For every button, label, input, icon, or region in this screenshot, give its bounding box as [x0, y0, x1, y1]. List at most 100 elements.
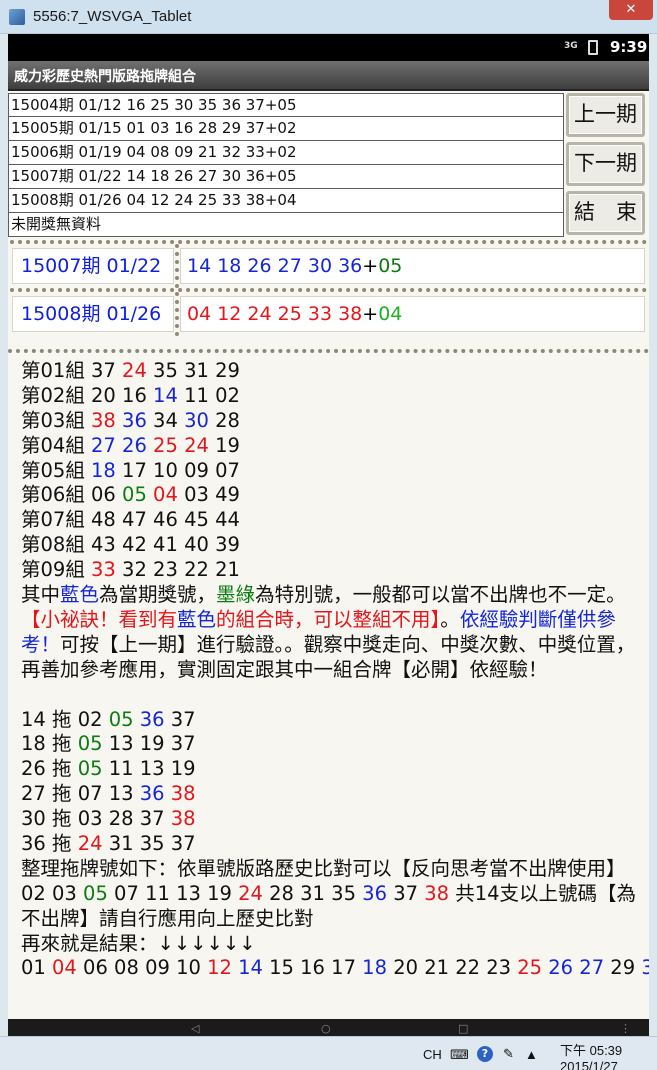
lottery-number: 31	[102, 831, 134, 855]
lottery-number: 28	[262, 881, 294, 905]
drag-list: 14 拖 02 05 36 37 18 拖 05 13 19 37 26 拖 05 …	[21, 708, 641, 857]
history-row[interactable]: 未開獎無資料	[8, 213, 564, 237]
lottery-number: 41	[146, 533, 178, 557]
lottery-number: 19	[164, 757, 196, 781]
compare-period: 15007期 01/22	[12, 248, 174, 284]
blue-word: 藍色	[60, 583, 100, 607]
lottery-number: 13	[102, 732, 134, 756]
end-button[interactable]: 結 束	[566, 191, 645, 235]
lottery-number: 05	[76, 881, 108, 905]
group-line: 第06組 06 05 04 03 49	[21, 483, 641, 508]
group-label: 第06組	[21, 483, 85, 507]
drag-label: 27 拖	[21, 782, 72, 806]
draw-numbers: 04 12 24 25 33 38	[187, 303, 363, 325]
lottery-number: 18	[84, 458, 116, 482]
compare-period: 15008期 01/26	[12, 296, 174, 332]
lottery-number: 24	[231, 881, 263, 905]
history-list: 15004期 01/12 16 25 30 35 36 37+05 15005期…	[8, 93, 564, 237]
help-icon[interactable]: ?	[477, 1046, 493, 1062]
lottery-number: 06	[84, 483, 116, 507]
next-period-button[interactable]: 下一期	[566, 142, 645, 186]
group-label: 第07組	[21, 508, 85, 532]
lottery-number: 38	[84, 408, 116, 432]
lottery-number: 28	[102, 807, 134, 831]
group-line: 第09組 33 32 23 22 21	[21, 558, 641, 583]
lottery-number: 23	[480, 956, 512, 980]
divider	[175, 244, 179, 288]
lottery-number: 38	[164, 807, 196, 831]
lottery-number: 13	[102, 782, 134, 806]
lottery-number: 49	[208, 483, 240, 507]
special-number: 05	[378, 255, 403, 277]
back-icon[interactable]: ◁	[191, 1022, 199, 1035]
history-row[interactable]: 15008期 01/26 04 12 24 25 33 38+04	[8, 189, 564, 213]
recents-icon[interactable]: □	[458, 1022, 468, 1035]
ime-indicator[interactable]: CH	[423, 1047, 442, 1062]
tip-text: 【小祕訣！看到有	[21, 607, 178, 631]
lottery-number: 11	[177, 383, 209, 407]
group-label: 第08組	[21, 533, 85, 557]
home-icon[interactable]: ○	[321, 1022, 331, 1035]
group-line: 第05組 18 17 10 09 07	[21, 459, 641, 484]
lottery-number: 18	[355, 956, 387, 980]
drag-line: 27 拖 07 13 36 38	[21, 782, 641, 807]
lottery-number: 44	[208, 508, 240, 532]
drag-line: 14 拖 02 05 36 37	[21, 708, 641, 733]
lottery-number: 09	[177, 458, 209, 482]
group-label: 第05組	[21, 458, 85, 482]
summary-paragraph: 整理拖牌號如下：依單號版路歷史比對可以【反向思考當不出牌使用】02 03 05 …	[21, 856, 637, 930]
lottery-number: 27	[84, 433, 116, 457]
history-row[interactable]: 15004期 01/12 16 25 30 35 36 37+05	[8, 93, 564, 117]
lottery-number: 22	[449, 956, 481, 980]
group-label: 第02組	[21, 383, 85, 407]
lottery-number: 05	[71, 757, 103, 781]
lottery-number: 21	[418, 956, 450, 980]
lottery-number: 14	[231, 956, 263, 980]
special-number: 04	[378, 303, 403, 325]
status-time: 9:39	[610, 38, 648, 56]
taskbar-clock[interactable]: 下午 05:39	[560, 1040, 622, 1059]
pen-icon[interactable]: ✎	[503, 1046, 514, 1062]
prev-period-button[interactable]: 上一期	[566, 93, 645, 137]
lottery-number: 22	[177, 558, 209, 582]
lottery-number: 29	[604, 956, 636, 980]
group-line: 第07組 48 47 46 45 44	[21, 508, 641, 533]
compare-row: 15007期 01/22 14 18 26 27 30 36+05	[10, 240, 647, 288]
lottery-number: 26	[542, 956, 574, 980]
lottery-number: 36	[133, 707, 165, 731]
menu-icon[interactable]: ⋮	[620, 1022, 631, 1035]
history-row[interactable]: 15006期 01/19 04 08 09 21 32 33+02	[8, 141, 564, 165]
lottery-number: 21	[208, 558, 240, 582]
taskbar-date[interactable]: 2015/1/27	[560, 1059, 618, 1070]
lottery-number: 37	[164, 707, 196, 731]
lottery-number: 48	[84, 508, 116, 532]
lottery-number: 27	[573, 956, 605, 980]
lottery-number: 37	[133, 807, 165, 831]
lottery-number: 08	[107, 956, 139, 980]
lottery-number: 13	[169, 881, 201, 905]
lottery-number: 37	[164, 831, 196, 855]
lottery-number: 12	[200, 956, 232, 980]
lottery-number: 09	[138, 956, 170, 980]
lottery-number: 03	[71, 807, 103, 831]
windows-taskbar: CH ⌨ ? ✎ ▲ 下午 05:39 2015/1/27	[0, 1036, 657, 1070]
lottery-number: 19	[208, 433, 240, 457]
explanation-paragraph: 其中藍色為當期獎號，墨綠為特別號，一般都可以當不出牌也不一定。【小祕訣！看到有藍…	[21, 583, 636, 681]
lottery-number: 05	[102, 707, 134, 731]
keyboard-icon[interactable]: ⌨	[450, 1047, 469, 1063]
analysis-text-area[interactable]: 第01組 37 24 35 31 29 第02組 20 16 14 11 02 第0…	[8, 349, 649, 1036]
lottery-number: 34	[146, 408, 178, 432]
lottery-number: 38	[418, 881, 456, 905]
lottery-number: 25	[511, 956, 543, 980]
emulator-icon	[9, 9, 25, 25]
history-row[interactable]: 15005期 01/15 01 03 16 28 29 37+02	[8, 117, 564, 141]
close-window-button[interactable]: ✕	[609, 0, 653, 20]
draw-numbers: 14 18 26 27 30 36	[187, 255, 363, 277]
tray-arrow-icon[interactable]: ▲	[525, 1047, 538, 1062]
android-nav-bar: ◁ ○ □ ⋮	[8, 1019, 649, 1036]
lottery-number: 32	[115, 558, 147, 582]
lottery-number: 35	[146, 359, 178, 382]
drag-label: 18 拖	[21, 732, 72, 756]
history-row[interactable]: 15007期 01/22 14 18 26 27 30 36+05	[8, 165, 564, 189]
lottery-number: 03	[177, 483, 209, 507]
